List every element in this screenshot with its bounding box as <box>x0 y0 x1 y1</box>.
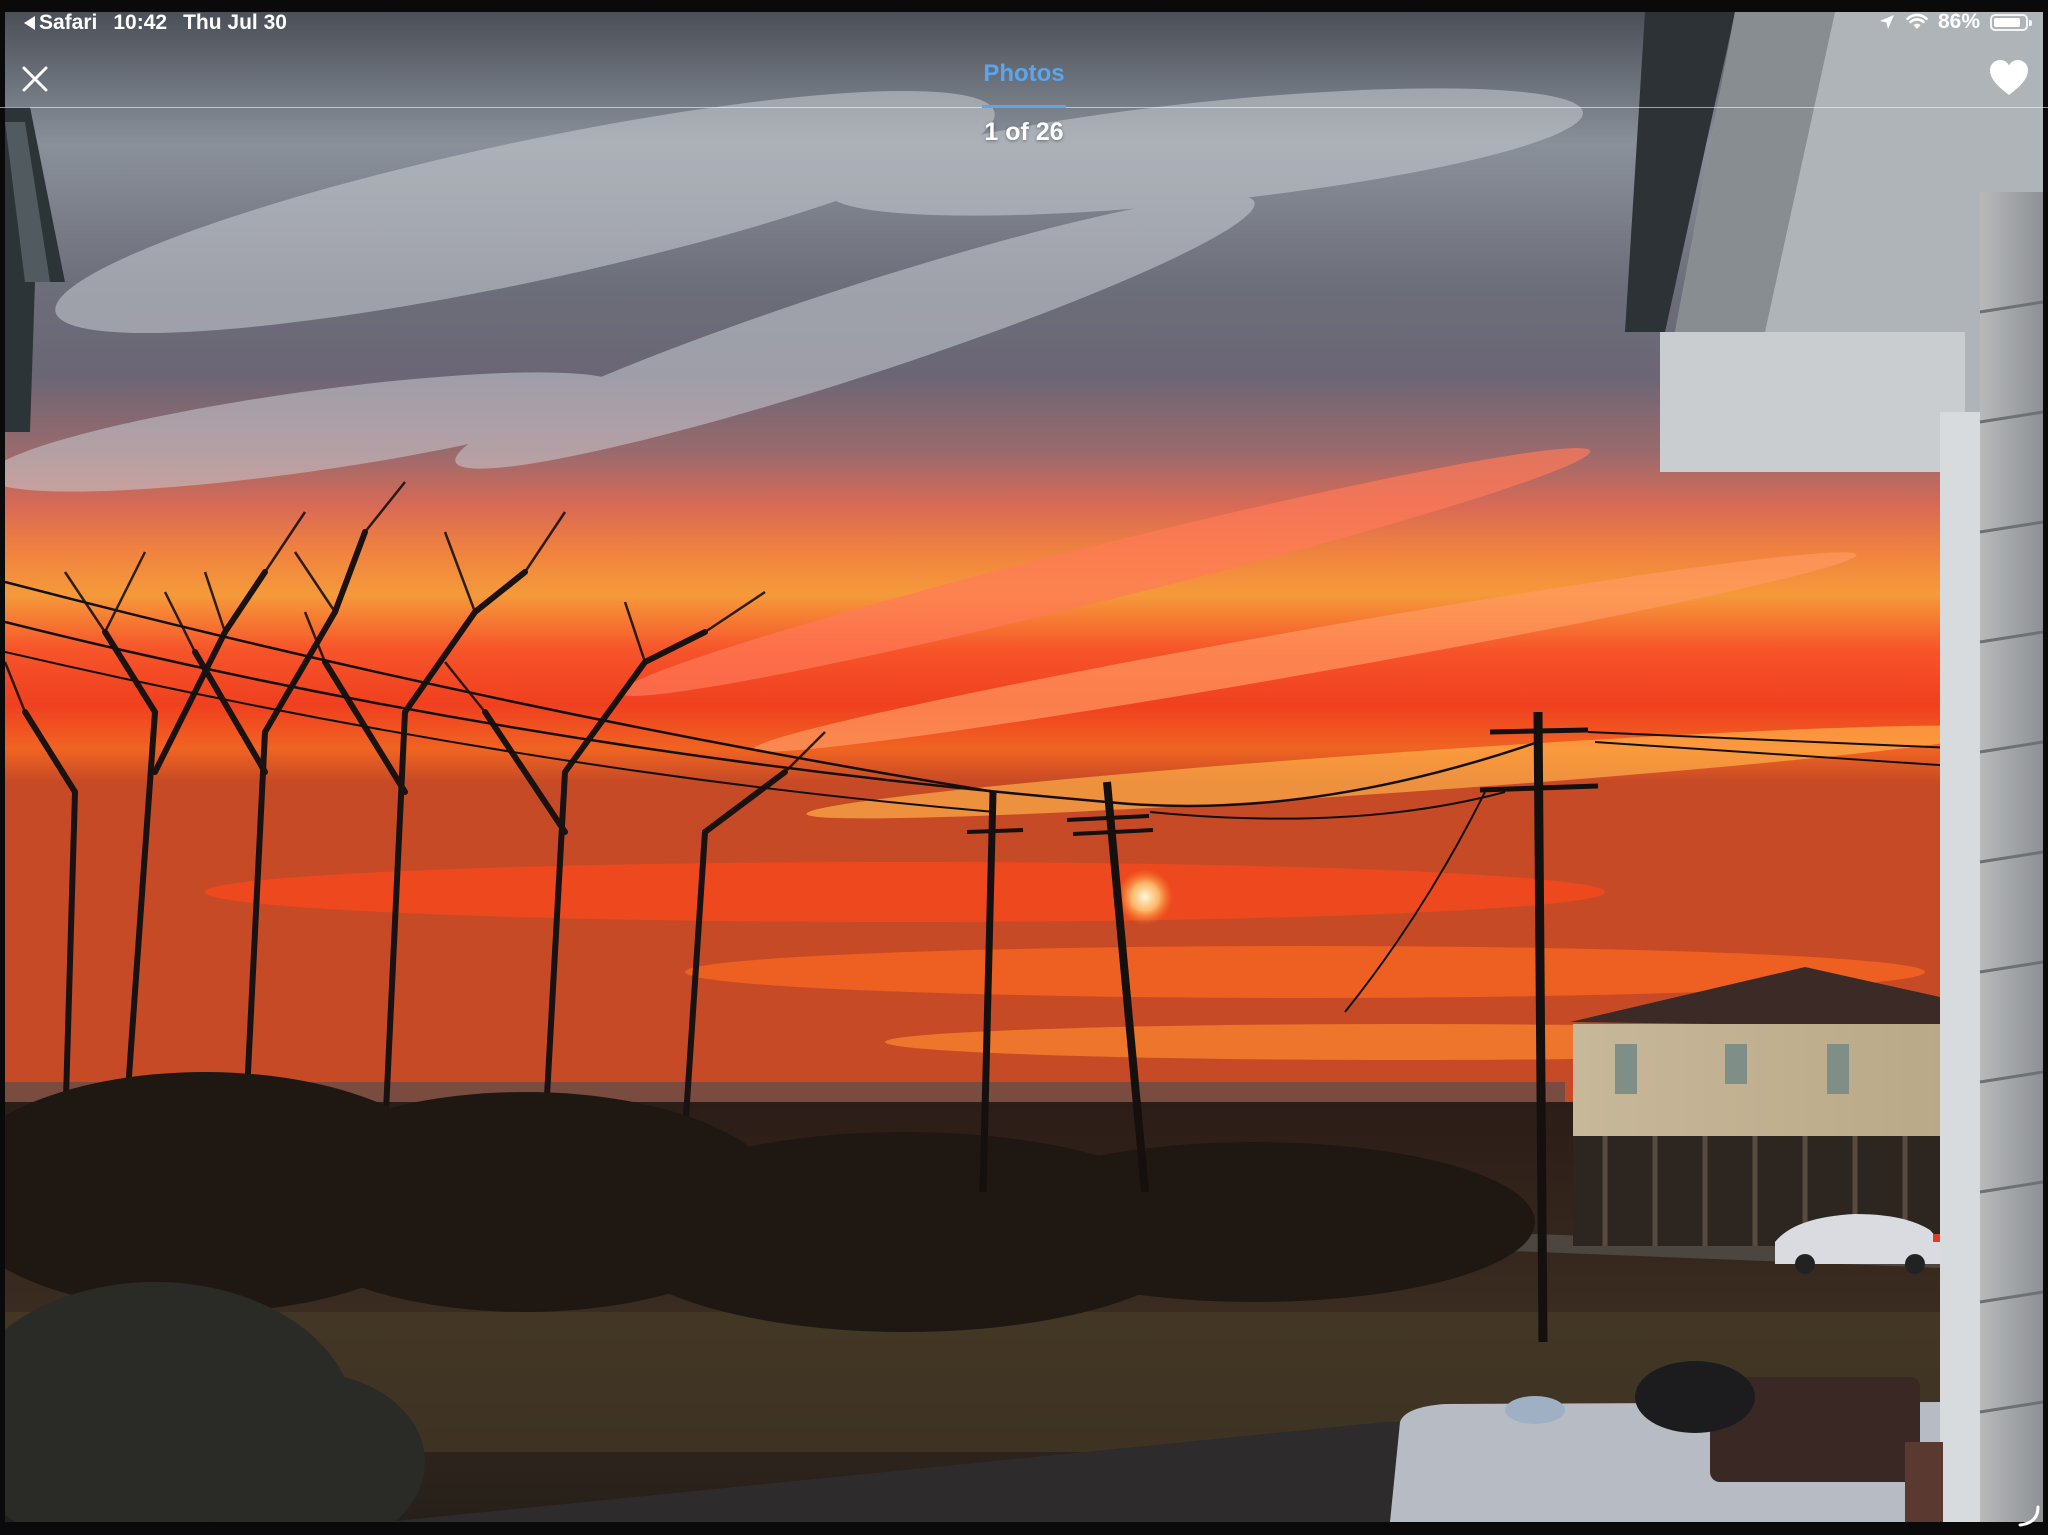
close-icon <box>22 66 48 92</box>
viewer-nav-bar: Photos <box>0 46 2048 108</box>
heart-icon <box>1990 60 2028 95</box>
wifi-icon <box>1906 13 1928 29</box>
photo-counter: 1 of 26 <box>984 118 1064 146</box>
resize-handle-icon[interactable] <box>2016 1503 2042 1529</box>
status-time: 10:42 <box>113 11 168 34</box>
favorite-button[interactable] <box>1988 58 2030 98</box>
tab-active-indicator <box>982 105 1066 108</box>
status-right: 86% <box>1878 10 2032 34</box>
tab-photos[interactable]: Photos <box>964 60 1084 88</box>
battery-fill <box>1994 17 2020 27</box>
battery-icon <box>1990 13 2032 31</box>
battery-percent: 86% <box>1937 10 1980 33</box>
back-app-label: Safari <box>39 11 98 34</box>
battery-nub <box>2029 19 2032 26</box>
location-arrow-icon <box>1879 15 1894 29</box>
status-bar: Safari 10:42 Thu Jul 30 86% <box>0 0 2048 46</box>
back-triangle-icon <box>24 16 35 30</box>
photo-viewer-screen: Safari 10:42 Thu Jul 30 86% Photos 1 of … <box>0 0 2048 1535</box>
status-date: Thu Jul 30 <box>183 11 287 34</box>
sunset-photo[interactable] <box>5 12 2043 1522</box>
close-button[interactable] <box>16 60 54 98</box>
back-to-app-link[interactable]: Safari <box>24 11 97 35</box>
status-left: Safari 10:42 Thu Jul 30 <box>24 11 287 35</box>
